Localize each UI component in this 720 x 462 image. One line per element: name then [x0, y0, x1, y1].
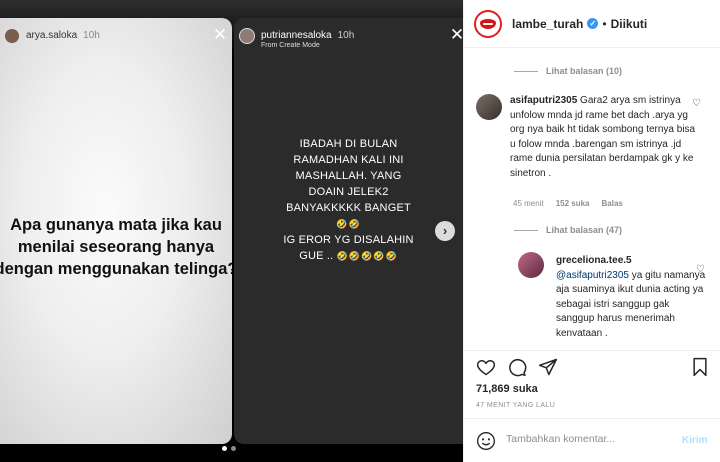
story-screenshot-right: putriannesaloka 10h From Create Mode ✕ I…	[234, 18, 463, 444]
comment-text: asifaputri2305 Gara2 arya sm istrinya un…	[510, 94, 702, 182]
follow-status-button[interactable]: Diikuti	[611, 17, 648, 31]
divider-line	[514, 229, 538, 231]
story-avatar	[4, 28, 20, 44]
reply-text: greceliona.tee.5 @asifaputri2305 ya gitu…	[556, 254, 708, 342]
commenter-avatar[interactable]	[476, 94, 502, 120]
close-icon: ✕	[212, 25, 228, 44]
add-comment-bar: Kirim	[464, 418, 720, 462]
comment-username[interactable]: asifaputri2305	[510, 95, 577, 106]
bookmark-icon[interactable]	[690, 357, 710, 377]
post-actions	[464, 350, 720, 377]
comment-meta: 45 menit 152 suka Balas	[513, 199, 623, 208]
owner-avatar[interactable]	[474, 9, 502, 38]
story-header: arya.saloka 10h	[4, 28, 100, 44]
view-replies-label: Lihat balasan (47)	[546, 225, 623, 235]
verified-badge-icon: ✓	[587, 18, 599, 29]
like-comment-heart-icon[interactable]: ♡	[692, 98, 701, 109]
post-side-panel: lambe_turah ✓ • Diikuti Lihat balasan (1…	[463, 0, 720, 462]
story-line: RAMADHAN KALI INI	[293, 154, 404, 166]
story-line-text: GUE ..	[299, 250, 334, 262]
post-timestamp: 47 MENIT YANG LALU	[476, 402, 556, 409]
post-header: lambe_turah ✓ • Diikuti	[464, 0, 720, 48]
story-right-text: IBADAH DI BULAN RAMADHAN KALI INI MASHAL…	[234, 136, 463, 264]
story-line: BANYAKKKKK BANGET	[286, 202, 411, 214]
reply-username[interactable]: greceliona.tee.5	[556, 255, 632, 266]
story-time: 10h	[337, 30, 355, 41]
post-comment-button[interactable]: Kirim	[682, 435, 708, 446]
comment-icon[interactable]	[507, 357, 527, 377]
like-count[interactable]: 71,869 suka	[476, 383, 538, 395]
story-line: DOAIN JELEK2	[308, 186, 389, 198]
lips-logo-icon	[480, 18, 496, 29]
story-username: arya.saloka	[26, 30, 78, 41]
story-line: MASHALLAH. YANG	[295, 170, 402, 182]
laugh-emoji: 🤣🤣	[336, 219, 361, 229]
reply-avatar[interactable]	[518, 252, 544, 278]
next-image-button[interactable]: ›	[435, 221, 455, 241]
reply-mention[interactable]: @asifaputri2305	[556, 270, 629, 281]
close-icon: ✕	[449, 25, 463, 44]
story-line: IBADAH DI BULAN	[299, 138, 398, 150]
laugh-emoji: 🤣🤣🤣🤣🤣	[336, 251, 398, 261]
story-avatar	[239, 28, 255, 44]
carousel-dot-active	[222, 446, 227, 451]
story-time: 10h	[83, 30, 100, 41]
post-image: arya.saloka 10h ✕ Apa gunanya mata jika …	[0, 0, 463, 462]
story-line: GUE .. 🤣🤣🤣🤣🤣	[234, 248, 463, 264]
comments-list: Lihat balasan (10) asifaputri2305 Gara2 …	[464, 48, 720, 348]
share-icon[interactable]	[538, 357, 558, 377]
divider-line	[514, 70, 538, 72]
comment-like-count[interactable]: 152 suka	[556, 199, 590, 208]
comment-content: Gara2 arya sm istrinya unfolow mnda jd r…	[510, 95, 696, 179]
separator-dot: •	[602, 16, 607, 31]
carousel-dot	[231, 446, 236, 451]
view-replies-link[interactable]: Lihat balasan (47)	[514, 225, 622, 235]
owner-username[interactable]: lambe_turah	[512, 17, 583, 31]
reply-button[interactable]: Balas	[602, 199, 623, 208]
carousel-dots	[222, 446, 236, 451]
story-line: IG EROR YG DISALAHIN	[283, 234, 414, 246]
view-replies-label: Lihat balasan (10)	[546, 66, 623, 76]
story-quote-text: Apa gunanya mata jika kau menilai seseor…	[0, 216, 232, 278]
comment-input[interactable]	[506, 433, 676, 445]
story-username: putriannesaloka	[261, 30, 332, 41]
comment-time: 45 menit	[513, 199, 544, 208]
story-screenshot-left: arya.saloka 10h ✕ Apa gunanya mata jika …	[0, 18, 232, 444]
chevron-right-icon: ›	[442, 223, 448, 238]
heart-icon[interactable]	[476, 357, 496, 377]
like-reply-heart-icon[interactable]: ♡	[696, 264, 705, 275]
view-replies-link[interactable]: Lihat balasan (10)	[514, 66, 622, 76]
story-header: putriannesaloka 10h From Create Mode	[239, 28, 355, 49]
emoji-smiley-icon[interactable]	[476, 431, 496, 451]
story-subtitle: From Create Mode	[261, 42, 320, 49]
